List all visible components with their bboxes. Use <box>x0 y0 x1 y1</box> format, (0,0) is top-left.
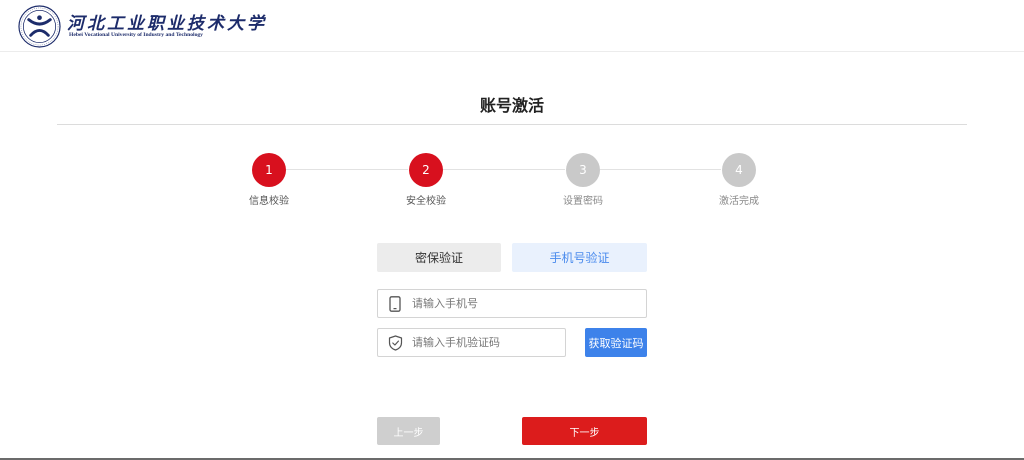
step-4-circle: 4 <box>722 153 756 187</box>
previous-step-button[interactable]: 上一步 <box>377 417 440 445</box>
phone-input[interactable] <box>412 297 646 310</box>
step-3-label: 设置密码 <box>563 196 603 207</box>
title-divider <box>57 124 967 125</box>
shield-check-icon <box>378 329 412 356</box>
get-verification-code-button[interactable]: 获取验证码 <box>585 328 647 357</box>
tab-phone-verification[interactable]: 手机号验证 <box>512 243 647 272</box>
university-name-cn: 河北工业职业技术大学 <box>67 14 267 34</box>
university-name-en: Hebei Vocational University of Industry … <box>69 32 203 38</box>
step-1-label: 信息校验 <box>249 196 289 207</box>
step-connector <box>600 169 721 170</box>
site-header: 河北工业职业技术大学 Hebei Vocational University o… <box>0 0 1024 52</box>
step-2-circle: 2 <box>409 153 443 187</box>
verification-code-input[interactable] <box>412 336 565 349</box>
verification-code-field[interactable] <box>377 328 566 357</box>
tab-security-question[interactable]: 密保验证 <box>377 243 501 272</box>
step-3-circle: 3 <box>566 153 600 187</box>
step-1-circle: 1 <box>252 153 286 187</box>
step-2-label: 安全校验 <box>406 196 446 207</box>
step-connector <box>286 169 408 170</box>
next-step-button[interactable]: 下一步 <box>522 417 647 445</box>
phone-field[interactable] <box>377 289 647 318</box>
university-emblem-icon[interactable] <box>18 5 61 48</box>
step-4-label: 激活完成 <box>719 196 759 207</box>
mobile-phone-icon <box>378 290 412 317</box>
step-connector <box>443 169 565 170</box>
page-title: 账号激活 <box>479 96 544 115</box>
